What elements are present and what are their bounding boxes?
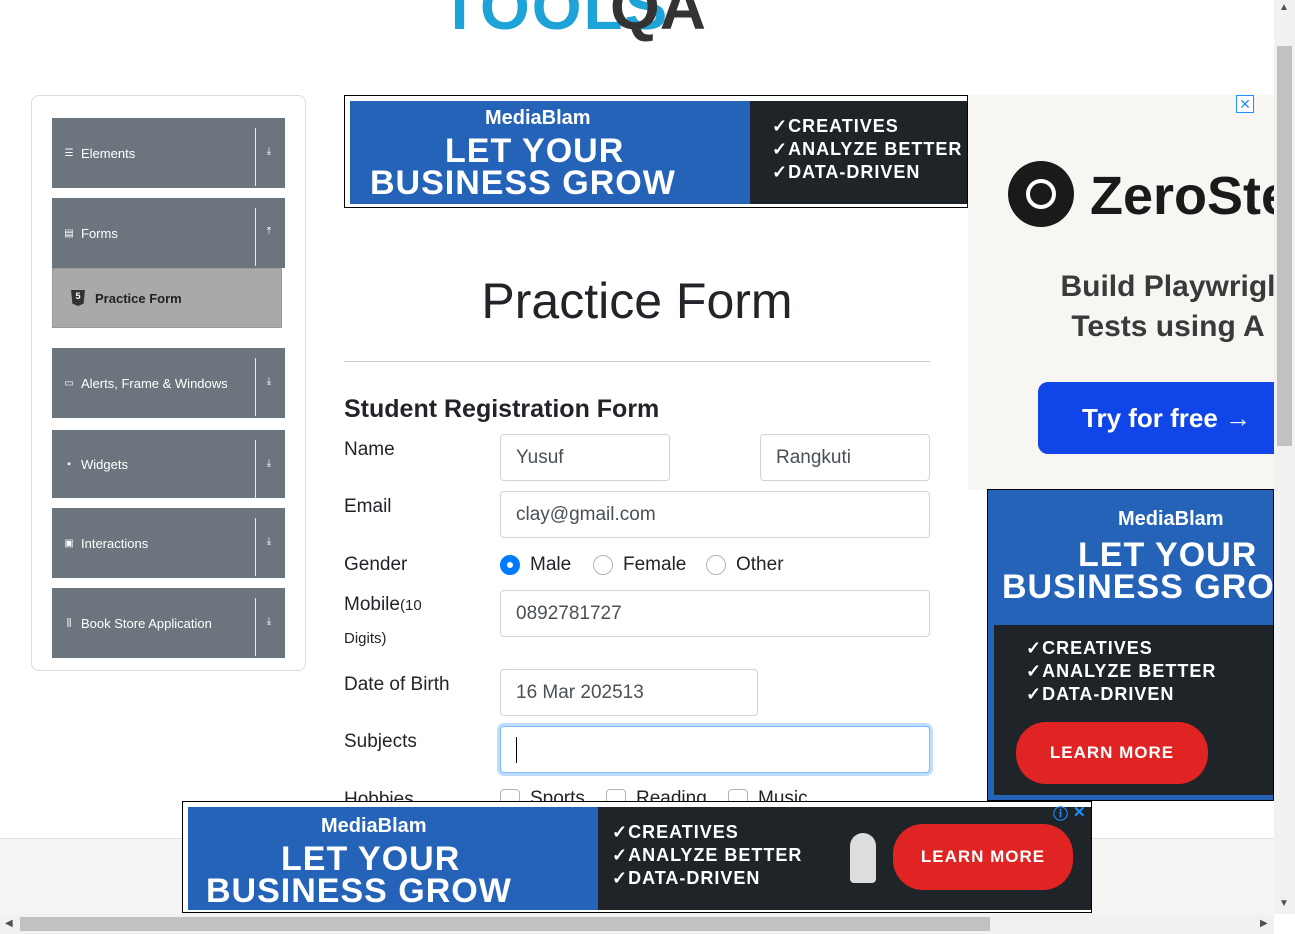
subjects-label: Subjects: [344, 731, 417, 752]
expand-arrow-icon: ⤓: [266, 458, 272, 469]
ad-bullet: ✓ANALYZE BETTER: [772, 139, 963, 159]
sidebar-group-widgets[interactable]: ▪ Widgets ⤓: [52, 430, 285, 498]
mobile-label: Mobile(10: [344, 594, 422, 616]
collapse-arrow-icon: ⤒: [266, 226, 272, 237]
sidebar-group-elements[interactable]: ☰ Elements ⤓: [52, 118, 285, 188]
sidebar-group-interactions[interactable]: ▣ Interactions ⤓: [52, 508, 285, 578]
scroll-right-icon[interactable]: ▶: [1260, 918, 1268, 929]
mobile-label-text: Mobile: [344, 594, 400, 615]
sidebar-group-alerts[interactable]: ▭ Alerts, Frame & Windows ⤓: [52, 348, 285, 418]
ad-close-icon[interactable]: ✕: [1073, 803, 1086, 821]
date-of-birth-input[interactable]: 16 Mar 202513: [500, 669, 758, 716]
email-input[interactable]: clay@gmail.com: [500, 491, 930, 538]
radio-button[interactable]: [593, 555, 613, 575]
html5-icon: 5: [71, 290, 85, 306]
divider: [255, 598, 256, 656]
rocket-icon: [850, 833, 876, 883]
radio-button[interactable]: [500, 555, 520, 575]
expand-arrow-icon: ⤓: [266, 616, 272, 627]
grid-icon: ▪: [67, 458, 71, 470]
ad-brand: MediaBlam: [321, 815, 427, 837]
mobile-hint: (10: [399, 597, 422, 614]
radio-label: Male: [530, 554, 572, 575]
ad-bullet: ✓DATA-DRIVEN: [1026, 684, 1175, 704]
sidebar-item-practice-form[interactable]: 5 Practice Form: [52, 268, 282, 328]
ad-dark-panel: ✓CREATIVES ✓ANALYZE BETTER ✓DATA-DRIVEN: [750, 101, 967, 204]
logo-suffix: QA: [610, 0, 706, 43]
email-label: Email: [344, 496, 392, 517]
learn-more-button[interactable]: LEARN MORE: [1016, 722, 1208, 784]
ad-headline-2: BUSINESS GROW: [1002, 568, 1274, 606]
divider: [255, 128, 256, 186]
expand-arrow-icon: ⤓: [266, 146, 272, 157]
ad-headline-2: BUSINESS GROW: [370, 164, 676, 202]
ad-info-icon[interactable]: ⓘ: [1053, 803, 1068, 824]
gender-radio-other[interactable]: Other: [706, 554, 784, 576]
expand-arrow-icon: ⤓: [266, 376, 272, 387]
ad-headline-1: LET YOUR: [445, 132, 625, 170]
ad-close-icon[interactable]: ✕: [1236, 95, 1254, 113]
document-icon: ▤: [64, 227, 74, 239]
mobile-input[interactable]: 0892781727: [500, 590, 930, 637]
top-banner-ad[interactable]: MediaBlam LET YOUR BUSINESS GROW ✓CREATI…: [344, 95, 968, 208]
ad-tagline-line: Build Playwrigl: [1060, 270, 1274, 303]
divider: [255, 358, 256, 416]
last-name-input[interactable]: Rangkuti: [760, 434, 930, 481]
mobile-hint: Digits): [344, 630, 387, 647]
divider: [344, 361, 930, 362]
expand-arrow-icon: ⤓: [266, 536, 272, 547]
name-label: Name: [344, 439, 395, 460]
horizontal-scroll-thumb[interactable]: [20, 917, 990, 931]
try-for-free-button[interactable]: Try for free →: [1038, 382, 1274, 454]
radio-label: Other: [736, 554, 784, 575]
radio-label: Female: [623, 554, 687, 575]
scroll-up-icon[interactable]: ▲: [1279, 2, 1289, 13]
radio-button[interactable]: [706, 555, 726, 575]
divider: [255, 518, 256, 576]
ad-zerostep-tagline: Build Playwrigl Tests using A: [1028, 267, 1274, 347]
toolsqa-logo[interactable]: TOOLS QA: [440, 0, 850, 54]
ad-tagline-line: Tests using A: [1071, 310, 1265, 343]
page-title: Practice Form: [481, 273, 793, 329]
bottom-banner-ad[interactable]: MediaBlam LET YOUR BUSINESS GROW ✓CREATI…: [182, 801, 1092, 913]
subjects-input[interactable]: [500, 726, 930, 773]
right-ad-zerostep[interactable]: ZeroSte Build Playwrigl Tests using A Tr…: [968, 95, 1274, 490]
window-icon: ▭: [64, 377, 74, 389]
scroll-down-icon[interactable]: ▼: [1279, 898, 1289, 909]
ad-blue-panel: MediaBlam LET YOUR BUSINESS GROW: [188, 807, 598, 910]
sidebar-item-label: Practice Form: [95, 290, 182, 306]
ad-bullet: ✓DATA-DRIVEN: [772, 162, 921, 182]
gender-radio-female[interactable]: Female: [593, 554, 686, 576]
sidebar-group-forms[interactable]: ▤ Forms ⤒: [52, 198, 285, 268]
first-name-input[interactable]: Yusuf: [500, 434, 670, 481]
ad-bullet: ✓CREATIVES: [772, 116, 899, 136]
right-ad-mediablam[interactable]: MediaBlam LET YOUR BUSINESS GROW ✓CREATI…: [987, 489, 1274, 801]
scroll-left-icon[interactable]: ◀: [5, 918, 13, 929]
hamburger-icon: ☰: [64, 147, 74, 159]
vertical-scroll-thumb[interactable]: [1277, 46, 1292, 446]
text-caret: [516, 736, 517, 763]
divider: [255, 208, 256, 266]
ad-bullet: ✓ANALYZE BETTER: [1026, 661, 1217, 681]
zerostep-logo-icon: [1008, 161, 1074, 227]
sidebar-group-book-store[interactable]: ⫼ Book Store Application ⤓: [52, 588, 285, 658]
divider: [255, 440, 256, 498]
ad-zerostep-name: ZeroSte: [1090, 166, 1274, 226]
ad-headline-2: BUSINESS GROW: [206, 872, 512, 910]
gender-radio-male[interactable]: Male: [500, 554, 571, 576]
learn-more-button[interactable]: LEARN MORE: [893, 824, 1073, 890]
dob-label: Date of Birth: [344, 674, 450, 695]
form-title: Student Registration Form: [344, 395, 660, 423]
ad-brand: MediaBlam: [485, 107, 591, 129]
ad-brand: MediaBlam: [1118, 508, 1224, 530]
mobile-hint-2: Digits): [344, 627, 387, 649]
ad-blue-panel: MediaBlam LET YOUR BUSINESS GROW: [350, 101, 750, 204]
interactions-icon: ▣: [64, 537, 74, 549]
books-icon: ⫼: [66, 617, 72, 629]
sidebar: ☰ Elements ⤓ ▤ Forms ⤒ 5 Practice Form ▭…: [31, 95, 306, 671]
ad-bullet: ✓CREATIVES: [1026, 638, 1153, 658]
ad-headline-1: LET YOUR: [281, 840, 461, 878]
gender-label: Gender: [344, 554, 408, 575]
